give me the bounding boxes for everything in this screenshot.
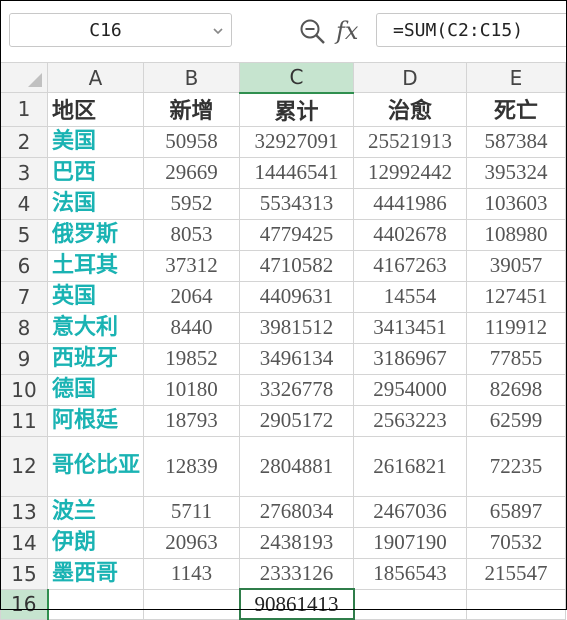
window-border [0, 0, 567, 610]
